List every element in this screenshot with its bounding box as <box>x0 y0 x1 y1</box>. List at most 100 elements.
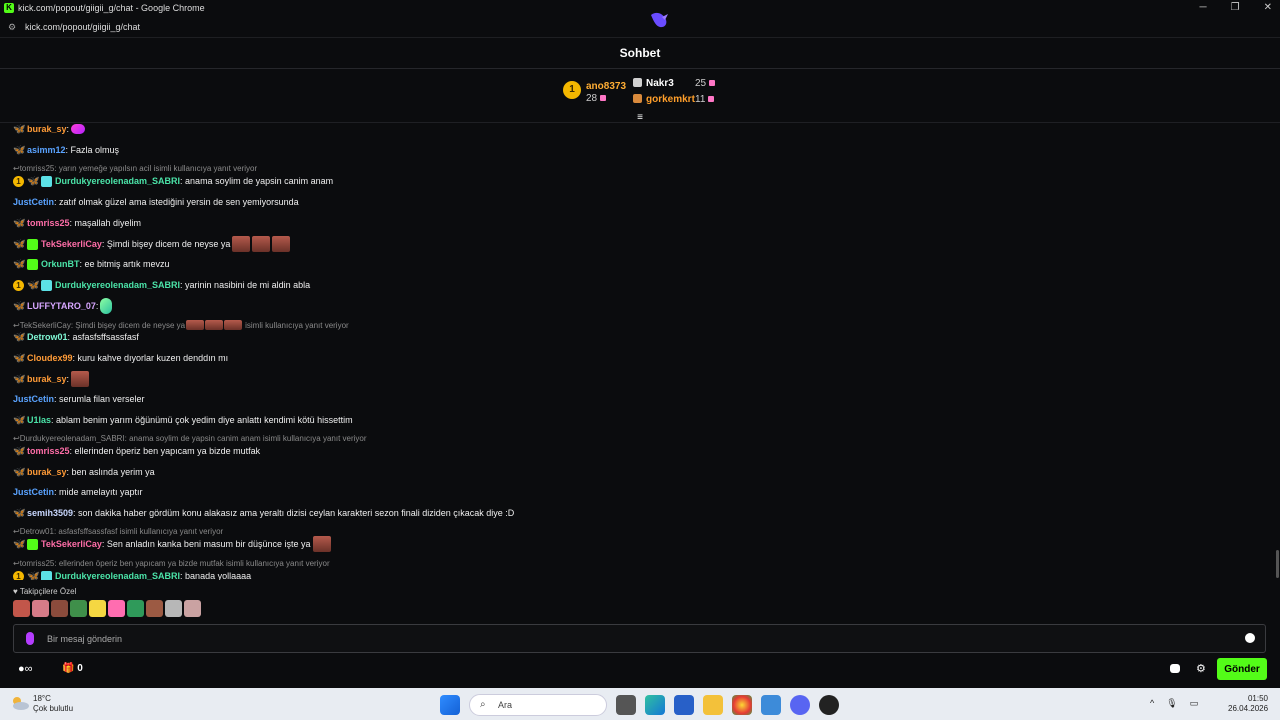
file-explorer-icon[interactable] <box>616 695 636 715</box>
chat-message[interactable]: 🦋 burak_sy: <box>13 370 90 388</box>
taskbar-search[interactable]: ⌕ Ara <box>469 694 607 716</box>
chat-message[interactable]: 🦋 OrkunBT: ee bitmiş artık mevzu <box>13 255 170 273</box>
send-button[interactable]: Gönder <box>1217 658 1267 680</box>
chat-title: Sohbet <box>619 46 661 60</box>
chat-username[interactable]: tomriss25 <box>27 446 70 456</box>
site-settings-icon[interactable]: ⚙ <box>8 16 16 38</box>
emote-option-icon[interactable] <box>127 600 144 617</box>
settings-app-icon[interactable] <box>761 695 781 715</box>
chat-username[interactable]: JustCetin <box>13 394 54 404</box>
leaderboard-third[interactable]: gorkemkrt 11 <box>633 94 715 105</box>
butterfly-badge-icon: 🦋 <box>13 217 26 229</box>
chat-message[interactable]: 1 🦋 Durdukyereolenadam_SABRI: anama soylim… <box>13 172 333 190</box>
chat-message[interactable]: JustCetin: mide amelayıtı yaptır <box>13 483 143 501</box>
chat-username[interactable]: burak_sy <box>27 467 67 477</box>
chat-message[interactable]: JustCetin: serumla filan verseler <box>13 390 145 408</box>
chat-username[interactable]: asimm12 <box>27 145 66 155</box>
emote-option-icon[interactable] <box>13 600 30 617</box>
emote-option-icon[interactable] <box>70 600 87 617</box>
chat-message[interactable]: 🦋 Detrow01: asfasfsffsassfasf <box>13 328 139 346</box>
mic-tray-icon[interactable]: 🎙 <box>1166 698 1177 709</box>
emote-option-icon[interactable] <box>146 600 163 617</box>
leaderboard-second-count: 25 <box>695 78 716 89</box>
network-icon[interactable]: ▭ <box>1190 698 1199 709</box>
chat-message[interactable]: 🦋 asimm12: Fazla olmuş <box>13 141 119 159</box>
chat-message[interactable]: 1 🦋 Durdukyereolenadam_SABRI: banada yolla… <box>13 567 251 580</box>
folder-icon[interactable] <box>703 695 723 715</box>
emote-option-icon[interactable] <box>32 600 49 617</box>
chat-message[interactable]: JustCetin: zatıf olmak güzel ama istediğ… <box>13 193 299 211</box>
minimize-icon[interactable]: ─ <box>1200 0 1207 16</box>
chat-username[interactable]: Durdukyereolenadam_SABRI <box>55 280 180 290</box>
emote-option-icon[interactable] <box>89 600 106 617</box>
kick-favicon-icon: K <box>4 3 14 13</box>
chat-username[interactable]: Cloudex99 <box>27 353 73 363</box>
chat-username[interactable]: Durdukyereolenadam_SABRI <box>55 176 180 186</box>
store-points[interactable]: 🎁 0 <box>62 663 83 674</box>
chat-username[interactable]: burak_sy <box>27 374 67 384</box>
chat-message[interactable]: 🦋 U1las: ablam benim yarım öğünümü çok ye… <box>13 411 353 429</box>
start-icon[interactable] <box>440 695 460 715</box>
chat-message[interactable]: 🦋 TekSekerliCay: Şimdi bişey dicem de ney… <box>13 235 291 253</box>
chat-username[interactable]: U1las <box>27 415 51 425</box>
window-title: kick.com/popout/giigii_g/chat - Google C… <box>18 3 205 13</box>
restore-icon[interactable]: ❐ <box>1231 0 1240 16</box>
emote-option-icon[interactable] <box>165 600 182 617</box>
channel-points-icon[interactable]: ●∞ <box>18 663 33 675</box>
chat-text: : Fazla olmuş <box>65 145 120 155</box>
bronze-hex-icon <box>633 94 642 103</box>
chat-username[interactable]: JustCetin <box>13 197 54 207</box>
chat-text: : kuru kahve dıyorlar kuzen denddın mı <box>72 353 229 363</box>
chat-username[interactable]: TekSekerliCay <box>41 239 102 249</box>
store-icon[interactable] <box>674 695 694 715</box>
chat-message[interactable]: 🦋 semih3509: son dakika haber gördüm konu… <box>13 504 514 522</box>
emote-option-icon[interactable] <box>51 600 68 617</box>
settings-gear-icon[interactable]: ⚙ <box>1196 662 1206 675</box>
close-icon[interactable]: ✕ <box>1264 0 1272 16</box>
emote-icon <box>224 320 243 330</box>
chat-username[interactable]: OrkunBT <box>41 259 80 269</box>
chat-scrollbar[interactable] <box>1276 550 1279 578</box>
chat-messages[interactable]: 🦋 burak_sy: 🦋 asimm12: Fazla olmuş ↩ tomriss… <box>0 118 1272 580</box>
chat-message[interactable]: 🦋 tomriss25: maşallah diyelim <box>13 214 141 232</box>
address-bar[interactable]: ⚙ kick.com/popout/giigii_g/chat <box>0 16 1280 38</box>
leaderboard-first-count: 28 <box>586 93 607 104</box>
chat-message[interactable]: 🦋 Cloudex99: kuru kahve dıyorlar kuzen de… <box>13 349 228 367</box>
clock[interactable]: 01:50 26.04.2026 <box>1228 694 1268 714</box>
chat-username[interactable]: tomriss25 <box>27 218 70 228</box>
chevron-up-icon[interactable]: ^ <box>1150 698 1154 709</box>
rank-one-badge-icon: 1 <box>13 570 24 580</box>
chat-username[interactable]: JustCetin <box>13 487 54 497</box>
emote-icon <box>252 236 271 252</box>
weather-cloud-icon <box>13 697 29 710</box>
chat-username[interactable]: LUFFYTARO_07 <box>27 301 96 311</box>
chat-username[interactable]: Detrow01 <box>27 332 68 342</box>
chat-username[interactable]: burak_sy <box>27 124 67 134</box>
chat-input-box[interactable] <box>13 624 1266 653</box>
chat-message[interactable]: 🦋 tomriss25: ellerinden öperiz ben yapıca… <box>13 442 260 460</box>
leaderboard-second[interactable]: Nakr3 25 <box>633 78 716 89</box>
chrome-icon[interactable] <box>732 695 752 715</box>
emote-option-icon[interactable] <box>184 600 201 617</box>
edge-icon[interactable] <box>645 695 665 715</box>
chat-message-input[interactable] <box>47 629 1227 649</box>
chat-username[interactable]: Durdukyereolenadam_SABRI <box>55 571 180 580</box>
emote-option-icon[interactable] <box>108 600 125 617</box>
mic-icon[interactable] <box>26 632 34 645</box>
url-text[interactable]: kick.com/popout/giigii_g/chat <box>25 16 140 38</box>
obs-icon[interactable] <box>819 695 839 715</box>
chat-username[interactable]: semih3509 <box>27 508 73 518</box>
chat-message[interactable]: 🦋 burak_sy: <box>13 120 86 138</box>
chat-bubble-icon[interactable] <box>1170 664 1180 673</box>
chat-message[interactable]: 🦋 TekSekerliCay: Sen anladın kanka beni m… <box>13 535 331 553</box>
chat-text: : anama soylim de yapsin canim anam <box>180 176 334 186</box>
butterfly-badge-icon: 🦋 <box>13 466 26 478</box>
discord-icon[interactable] <box>790 695 810 715</box>
chat-message[interactable]: 🦋 LUFFYTARO_07: <box>13 297 113 315</box>
chat-username[interactable]: TekSekerliCay <box>41 539 102 549</box>
chat-text: : ellerinden öperiz ben yapıcam ya bizde… <box>69 446 261 456</box>
chat-message[interactable]: 🦋 burak_sy: ben aslında yerim ya <box>13 463 155 481</box>
chat-message[interactable]: 1 🦋 Durdukyereolenadam_SABRI: yarinin nasi… <box>13 276 310 294</box>
emoji-picker-icon[interactable] <box>1245 633 1255 643</box>
weather-widget[interactable]: 18°C Çok bulutlu <box>33 694 73 714</box>
